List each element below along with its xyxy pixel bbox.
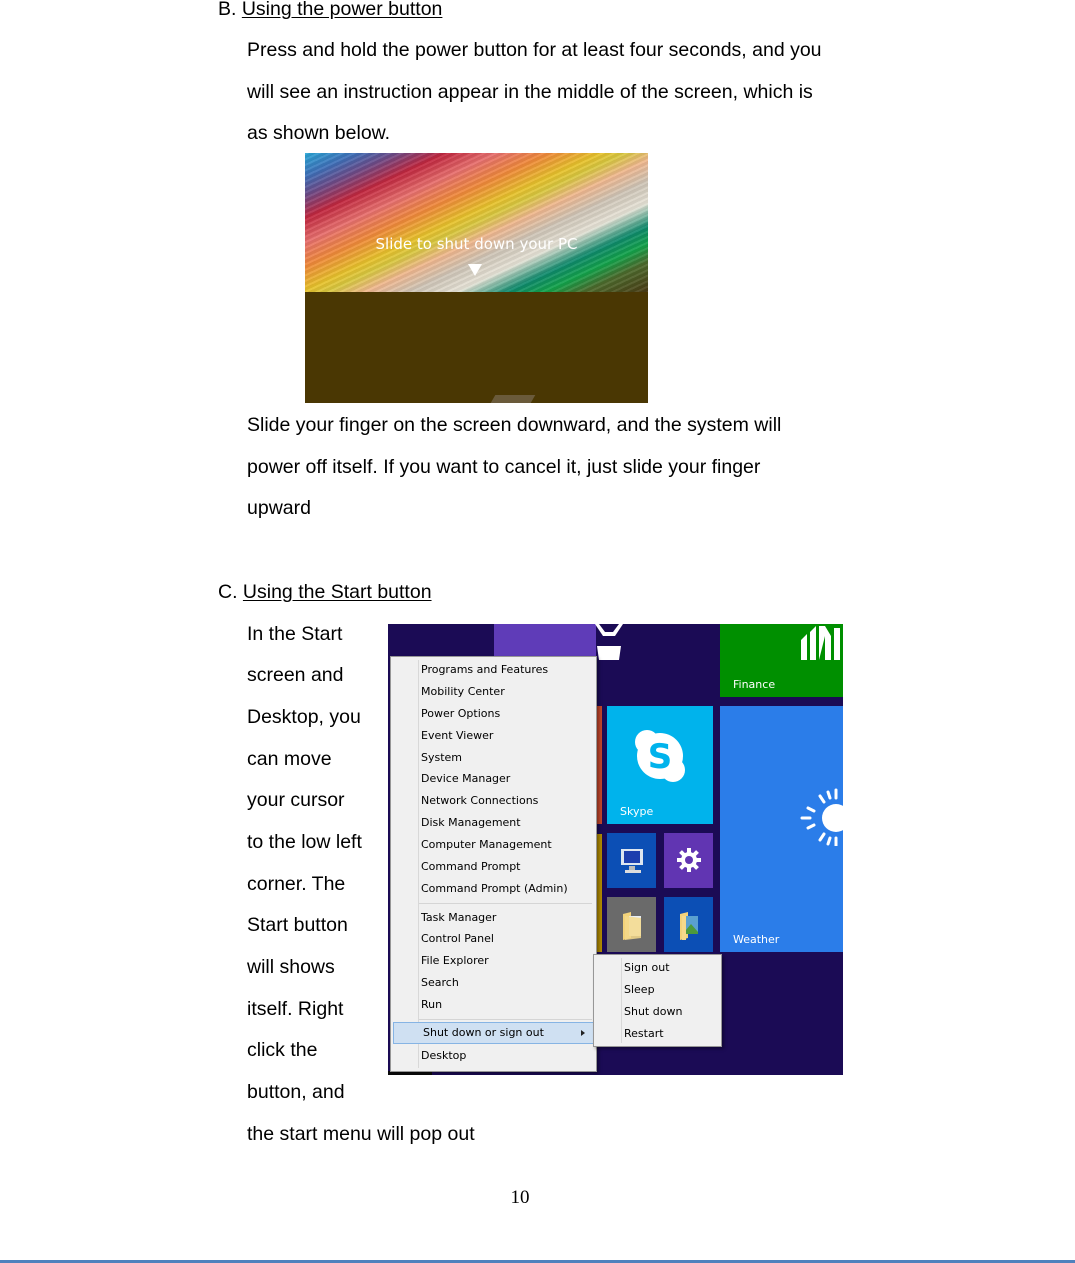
section-b-heading: B. Using the power button (218, 0, 442, 21)
wallpaper-edge (490, 395, 536, 403)
start-screen-figure: Finance S Skype Weather Programs and Fea… (388, 624, 843, 1075)
weather-tile-label: Weather (733, 933, 780, 946)
skype-icon: S (635, 730, 685, 782)
section-c-line: corner. The (247, 873, 346, 895)
section-b-para1-line: will see an instruction appear in the mi… (247, 81, 813, 103)
submenu-item-shut-down[interactable]: Shut down (595, 1001, 720, 1022)
section-b-para1-line: Press and hold the power button for at l… (247, 39, 822, 61)
section-c-line: the start menu will pop out (247, 1123, 475, 1145)
shutdown-submenu: Sign out Sleep Shut down Restart (593, 954, 722, 1047)
finance-tile[interactable]: Finance (720, 624, 843, 697)
folder-pictures-icon (680, 912, 698, 940)
menu-item-command-prompt-admin[interactable]: Command Prompt (Admin) (392, 878, 595, 899)
sun-icon (800, 788, 843, 846)
slide-to-shutdown-message: Slide to shut down your PC (375, 235, 578, 253)
menu-item-shut-down-or-sign-out[interactable]: Shut down or sign out (393, 1022, 594, 1044)
section-b-para2-line: power off itself. If you want to cancel … (247, 456, 761, 478)
documents-tile[interactable] (607, 897, 656, 952)
skype-tile-label: Skype (620, 805, 654, 818)
section-c-line: can move (247, 748, 332, 770)
section-c-heading: C. Using the Start button (218, 580, 432, 604)
submenu-arrow-icon (581, 1030, 585, 1036)
section-c-line: button, and (247, 1081, 345, 1103)
menu-item-power-options[interactable]: Power Options (392, 703, 595, 724)
menu-item-control-panel[interactable]: Control Panel (392, 928, 595, 949)
skype-tile[interactable]: S Skype (607, 706, 713, 824)
partial-tile (597, 706, 602, 824)
folder-documents-icon (623, 912, 641, 940)
menu-item-programs-and-features[interactable]: Programs and Features (392, 659, 595, 680)
menu-item-system[interactable]: System (392, 747, 595, 768)
menu-item-task-manager[interactable]: Task Manager (392, 907, 595, 928)
section-b-para2-line: Slide your finger on the screen downward… (247, 414, 782, 436)
section-c-line: your cursor (247, 789, 345, 811)
finance-tile-label: Finance (733, 678, 776, 691)
section-c-line: to the low left (247, 831, 362, 853)
menu-item-desktop[interactable]: Desktop (392, 1045, 595, 1066)
section-c-line: In the Start (247, 623, 343, 645)
svg-text:S: S (648, 737, 673, 777)
finance-chart-icon (801, 626, 840, 660)
section-c-line: will shows (247, 956, 335, 978)
gear-icon (677, 848, 701, 872)
shutdown-screen-figure: Slide to shut down your PC (305, 153, 648, 403)
menu-separator (419, 1019, 592, 1020)
slide-panel (305, 292, 648, 403)
pictures-tile[interactable] (664, 897, 713, 952)
menu-item-label: Shut down or sign out (423, 1026, 544, 1039)
menu-item-command-prompt[interactable]: Command Prompt (392, 856, 595, 877)
menu-item-mobility-center[interactable]: Mobility Center (392, 681, 595, 702)
menu-item-network-connections[interactable]: Network Connections (392, 790, 595, 811)
submenu-item-sign-out[interactable]: Sign out (595, 957, 720, 978)
this-pc-tile[interactable] (607, 833, 656, 888)
section-c-line: itself. Right (247, 998, 344, 1020)
submenu-item-restart[interactable]: Restart (595, 1023, 720, 1044)
menu-item-search[interactable]: Search (392, 972, 595, 993)
section-b-title: Using the power button (241, 0, 443, 20)
page-number: 10 (510, 1187, 530, 1208)
section-c-prefix: C. (218, 581, 243, 603)
submenu-item-sleep[interactable]: Sleep (595, 979, 720, 1000)
menu-item-event-viewer[interactable]: Event Viewer (392, 725, 595, 746)
menu-item-disk-management[interactable]: Disk Management (392, 812, 595, 833)
menu-item-device-manager[interactable]: Device Manager (392, 768, 595, 789)
section-c-line: screen and (247, 664, 344, 686)
weather-tile[interactable]: Weather (720, 706, 843, 952)
section-c-line: click the (247, 1039, 318, 1061)
menu-item-computer-management[interactable]: Computer Management (392, 834, 595, 855)
section-b-para2-line: upward (247, 497, 311, 519)
menu-item-file-explorer[interactable]: File Explorer (392, 950, 595, 971)
section-c-line: Start button (247, 914, 348, 936)
down-arrow-icon (468, 264, 482, 276)
partial-tile (597, 834, 602, 952)
menu-separator (419, 903, 592, 904)
section-b-prefix: B. (218, 0, 242, 20)
start-context-menu: Programs and Features Mobility Center Po… (390, 656, 597, 1072)
computer-icon (621, 849, 643, 873)
settings-tile[interactable] (664, 833, 713, 888)
section-b-para1-line: as shown below. (247, 122, 391, 144)
menu-item-run[interactable]: Run (392, 994, 595, 1015)
section-c-line: Desktop, you (247, 706, 361, 728)
section-c-title: Using the Start button (242, 581, 432, 603)
